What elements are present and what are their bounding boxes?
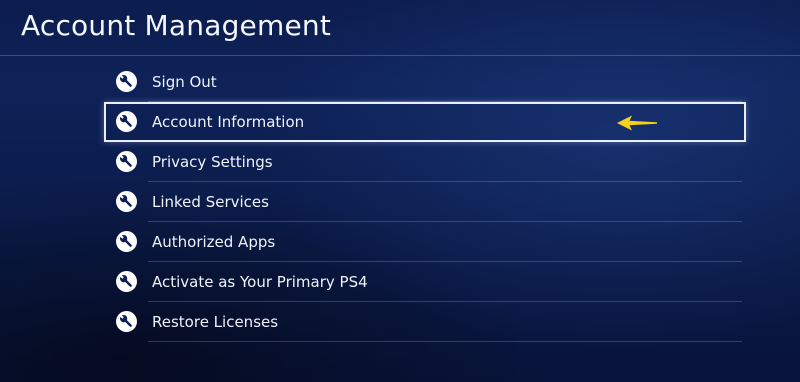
menu-item-label: Account Information	[152, 113, 305, 131]
wrench-icon	[116, 111, 137, 132]
wrench-icon	[116, 271, 137, 292]
header: Account Management	[0, 0, 800, 56]
menu-item-privacy-settings[interactable]: Privacy Settings	[104, 142, 746, 182]
menu-item-label: Activate as Your Primary PS4	[152, 273, 368, 291]
page-title: Account Management	[21, 9, 332, 42]
menu-item-restore-licenses[interactable]: Restore Licenses	[104, 302, 746, 342]
menu-item-label: Privacy Settings	[152, 153, 273, 171]
left-arrow-pointer-icon	[617, 115, 657, 131]
menu-item-activate-primary-ps4[interactable]: Activate as Your Primary PS4	[104, 262, 746, 302]
menu-item-authorized-apps[interactable]: Authorized Apps	[104, 222, 746, 262]
menu-item-label: Restore Licenses	[152, 313, 279, 331]
menu-item-label: Linked Services	[152, 193, 269, 211]
wrench-icon	[116, 71, 137, 92]
menu-item-label: Authorized Apps	[152, 233, 276, 251]
menu-item-linked-services[interactable]: Linked Services	[104, 182, 746, 222]
header-divider	[0, 55, 800, 56]
wrench-icon	[116, 151, 137, 172]
wrench-icon	[116, 311, 137, 332]
menu-item-account-information[interactable]: Account Information	[104, 102, 746, 142]
menu-divider	[148, 341, 742, 342]
wrench-icon	[116, 231, 137, 252]
menu-item-sign-out[interactable]: Sign Out	[104, 62, 746, 102]
wrench-icon	[116, 191, 137, 212]
menu-item-label: Sign Out	[152, 73, 217, 91]
